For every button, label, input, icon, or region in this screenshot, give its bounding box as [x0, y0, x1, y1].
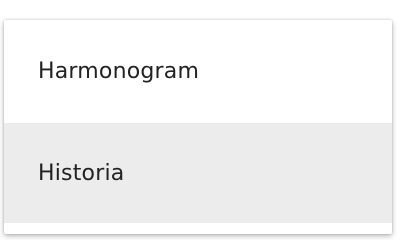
menu-item-historia[interactable]: Historia [4, 123, 392, 223]
menu-item-label: Historia [38, 160, 125, 186]
menu-item-harmonogram[interactable]: Harmonogram [4, 20, 392, 123]
dropdown-menu: Harmonogram Historia [4, 20, 392, 234]
menu-list: Harmonogram Historia [4, 20, 392, 234]
menu-item-label: Harmonogram [38, 59, 200, 84]
menu-bottom-spacer [4, 223, 392, 234]
